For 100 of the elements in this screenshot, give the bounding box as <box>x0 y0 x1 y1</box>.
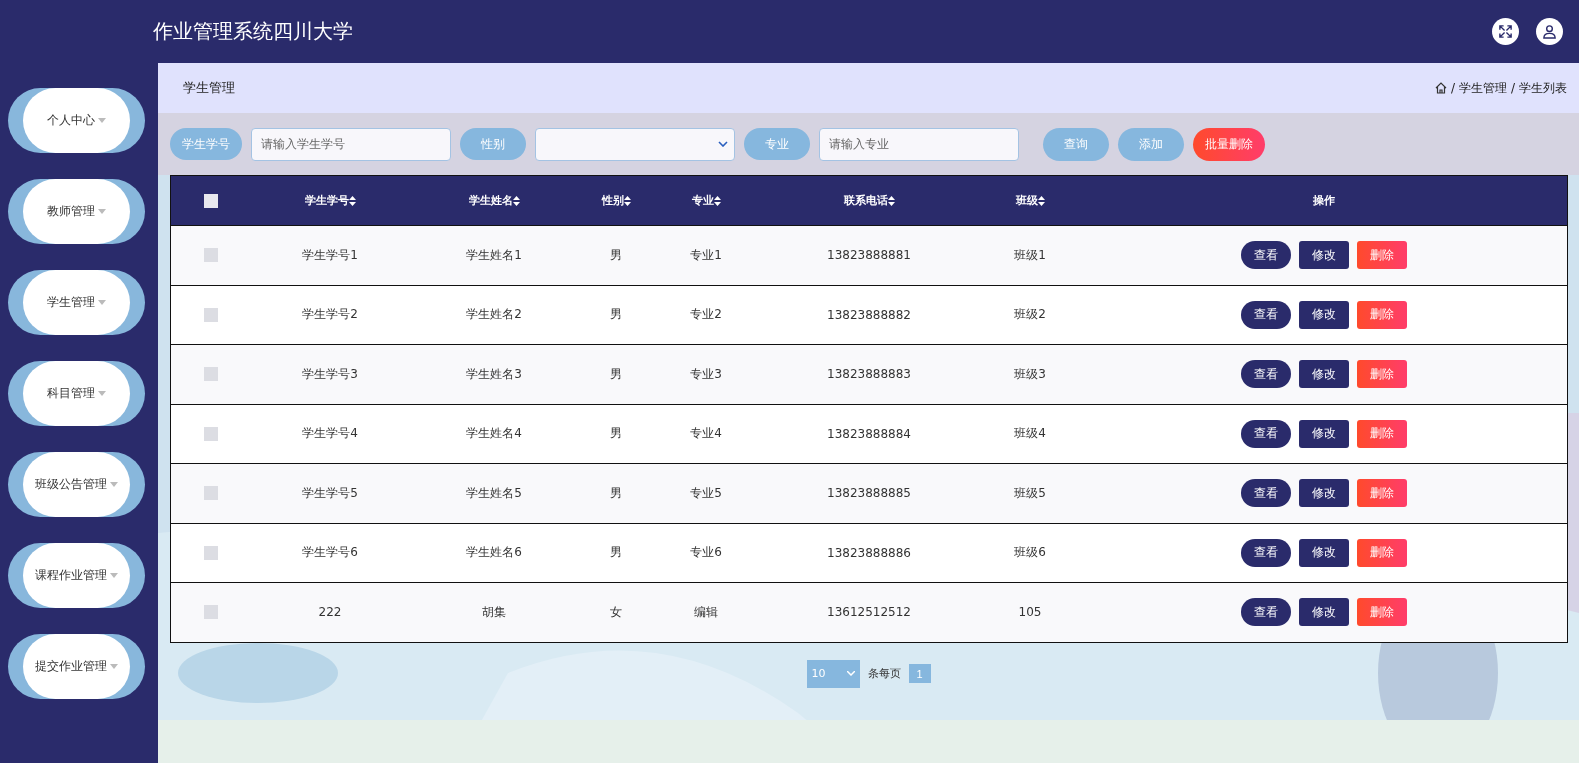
sort-icon[interactable] <box>713 195 721 206</box>
table-cell-text: 学生学号2 <box>301 306 359 324</box>
table-cell-text: 13823888883 <box>826 367 912 382</box>
table-cell-text: 学生学号6 <box>301 544 359 562</box>
table-cell-text: 13823888881 <box>826 248 912 263</box>
select-all-checkbox[interactable] <box>203 193 218 208</box>
table-cell-text: 222 <box>317 605 343 620</box>
row-checkbox[interactable] <box>203 367 218 382</box>
breadcrumb-separator: / <box>1510 81 1515 95</box>
sort-icon[interactable] <box>512 195 520 206</box>
table-cell-text: 13823888886 <box>826 545 912 560</box>
table-cell-text: 专业2 <box>689 306 723 324</box>
table-cell-text: 男 <box>609 544 623 562</box>
row-checkbox[interactable] <box>203 307 218 322</box>
table-cell-text: 男 <box>609 425 623 443</box>
sidebar-item[interactable]: 个人中心 <box>8 88 145 153</box>
breadcrumb-item[interactable]: 学生管理 <box>1458 79 1507 97</box>
sidebar-item[interactable]: 班级公告管理 <box>8 452 145 517</box>
sidebar-item[interactable]: 提交作业管理 <box>8 634 145 699</box>
row-checkbox[interactable] <box>203 605 218 620</box>
table-cell-text: 学生姓名6 <box>465 544 523 562</box>
user-icon[interactable] <box>1536 18 1563 45</box>
table-cell-text: 专业6 <box>689 544 723 562</box>
edit-button[interactable]: 修改 <box>1298 241 1349 270</box>
field-label: 专业 <box>744 128 810 160</box>
select-field[interactable] <box>535 127 735 161</box>
table-cell-text: 13823888882 <box>826 307 912 322</box>
sidebar-label: 课程作业管理 <box>35 567 107 584</box>
sidebar-label: 提交作业管理 <box>35 658 107 675</box>
table-cell-text: 学生姓名2 <box>465 306 523 324</box>
sidebar-label: 学生管理 <box>47 294 95 311</box>
column-header: 学生学号 <box>304 193 349 208</box>
view-button[interactable]: 查看 <box>1240 598 1291 627</box>
sidebar-label: 个人中心 <box>47 112 95 129</box>
edit-button[interactable]: 修改 <box>1298 538 1349 567</box>
search-field[interactable]: 请输入专业 <box>819 127 1019 161</box>
breadcrumb-separator: / <box>1450 81 1455 95</box>
sidebar-label: 班级公告管理 <box>35 476 107 493</box>
sidebar-item[interactable]: 科目管理 <box>8 361 145 426</box>
column-header: 班级 <box>1015 193 1038 208</box>
sidebar-item[interactable]: 课程作业管理 <box>8 543 145 608</box>
caret-icon <box>98 118 106 123</box>
table-cell-text: 班级3 <box>1013 365 1047 383</box>
per-page-label: 条每页 <box>867 666 901 681</box>
table-cell-text: 女 <box>609 603 623 621</box>
edit-button[interactable]: 修改 <box>1298 360 1349 389</box>
row-checkbox[interactable] <box>203 486 218 501</box>
page-title: 学生管理 <box>183 79 235 97</box>
table-cell-text: 学生姓名3 <box>465 365 523 383</box>
view-button[interactable]: 查看 <box>1240 479 1291 508</box>
table-cell-text: 105 <box>1017 605 1043 620</box>
table-cell-text: 学生学号5 <box>301 484 359 502</box>
chevron-icon <box>718 141 728 147</box>
row-checkbox[interactable] <box>203 426 218 441</box>
sort-icon[interactable] <box>348 195 356 206</box>
caret-icon <box>110 482 118 487</box>
sort-icon[interactable] <box>1037 195 1045 206</box>
edit-button[interactable]: 修改 <box>1298 598 1349 627</box>
table-cell-text: 男 <box>609 306 623 324</box>
edit-button[interactable]: 修改 <box>1298 300 1349 329</box>
caret-icon <box>110 573 118 578</box>
view-button[interactable]: 查看 <box>1240 538 1291 567</box>
column-header: 联系电话 <box>843 193 888 208</box>
view-button[interactable]: 查看 <box>1240 241 1291 270</box>
sidebar-item[interactable]: 教师管理 <box>8 179 145 244</box>
view-button[interactable]: 查看 <box>1240 419 1291 448</box>
sort-icon[interactable] <box>887 195 895 206</box>
column-header: 性别 <box>601 193 624 208</box>
table-cell-text: 专业1 <box>689 246 723 264</box>
table-cell-text: 13612512512 <box>826 605 912 620</box>
row-checkbox[interactable] <box>203 545 218 560</box>
table-cell-text: 男 <box>609 365 623 383</box>
column-header: 操作 <box>1312 193 1335 208</box>
view-button[interactable]: 查看 <box>1240 360 1291 389</box>
table-cell-text: 班级5 <box>1013 484 1047 502</box>
table-cell-text: 编辑 <box>693 603 719 621</box>
home-icon[interactable] <box>1434 82 1447 94</box>
edit-button[interactable]: 修改 <box>1298 419 1349 448</box>
row-checkbox[interactable] <box>203 248 218 263</box>
search-field[interactable]: 请输入学生学号 <box>251 127 451 161</box>
breadcrumb-item[interactable]: 学生列表 <box>1519 79 1567 97</box>
table-cell-text: 学生学号1 <box>301 246 359 264</box>
table-cell-text: 胡集 <box>481 603 507 621</box>
column-header: 学生姓名 <box>468 193 513 208</box>
edit-button[interactable]: 修改 <box>1298 479 1349 508</box>
caret-icon <box>110 664 118 669</box>
sidebar-item[interactable]: 学生管理 <box>8 270 145 335</box>
table-cell-text: 学生学号4 <box>301 425 359 443</box>
field-label: 性别 <box>460 128 526 160</box>
fullscreen-icon[interactable] <box>1492 18 1519 45</box>
sidebar-label: 科目管理 <box>47 385 95 402</box>
caret-icon <box>98 300 106 305</box>
table-cell-text: 13823888884 <box>826 426 912 441</box>
sort-icon[interactable] <box>623 195 631 206</box>
table-cell-text: 班级2 <box>1013 306 1047 324</box>
view-button[interactable]: 查看 <box>1240 300 1291 329</box>
caret-icon <box>98 209 106 214</box>
sidebar-label: 教师管理 <box>47 203 95 220</box>
table-cell-text: 班级1 <box>1013 246 1047 264</box>
table-cell-text: 专业4 <box>689 425 723 443</box>
